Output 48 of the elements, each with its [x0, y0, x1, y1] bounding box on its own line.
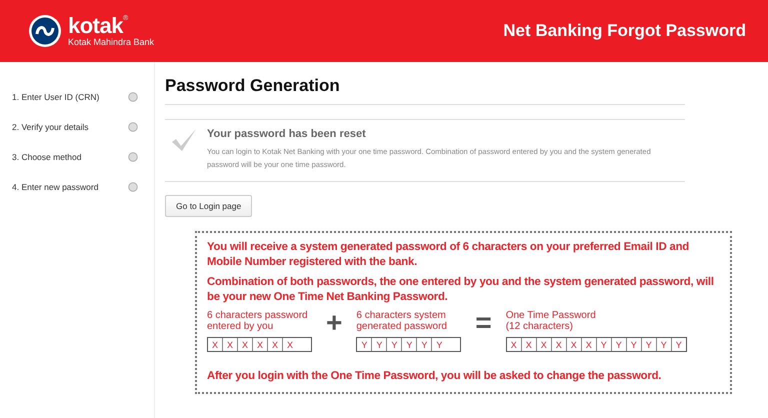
character-cell: X — [223, 338, 238, 351]
brand-tagline: Kotak Mahindra Bank — [68, 36, 154, 48]
character-cell: Y — [642, 338, 657, 351]
character-cell: X — [536, 338, 552, 351]
status-circle-icon — [128, 92, 138, 102]
character-cell: Y — [357, 338, 372, 351]
character-cell-text: Y — [674, 338, 683, 351]
character-cell: Y — [612, 338, 627, 351]
step-label: 1. Enter User ID (CRN) — [12, 92, 100, 102]
operator-sign: + — [326, 310, 342, 336]
character-cell: Y — [626, 338, 642, 351]
check-icon — [171, 128, 197, 152]
character-cell: X — [506, 338, 522, 351]
character-cell: X — [566, 338, 582, 351]
character-cell: X — [582, 338, 597, 351]
character-cell-text: X — [286, 338, 294, 351]
brand-name: kotak — [68, 14, 123, 36]
page-title: Net Banking Forgot Password — [503, 21, 746, 41]
step-label: 4. Enter new password — [12, 182, 98, 192]
character-cell: X — [238, 338, 253, 351]
character-cell: Y — [417, 338, 432, 351]
notice-title: Your password has been reset — [207, 128, 367, 140]
login-button[interactable]: Go to Login page — [165, 195, 252, 217]
logo-icon — [28, 14, 62, 48]
character-cell: Y — [596, 338, 612, 351]
character-cell: X — [552, 338, 567, 351]
character-cell: Y — [387, 338, 402, 351]
step-label: 3. Choose method — [12, 152, 82, 162]
section-heading: Password Generation — [165, 76, 685, 105]
status-circle-icon — [128, 152, 138, 162]
step-label: 2. Verify your details — [12, 122, 89, 132]
group-label: One Time Password (12 characters) — [506, 310, 597, 332]
info-text: Combination of both passwords, the one entered by you and the system generated password, will be your new One Time Net Banking Password. — [207, 275, 715, 305]
character-cell: X — [253, 338, 268, 351]
character-cell: X — [208, 338, 223, 351]
operator-sign: = — [475, 310, 492, 336]
character-cell: Y — [656, 338, 672, 351]
character-cell: X — [268, 338, 283, 351]
character-cell: Y — [372, 338, 388, 351]
character-cell: Y — [402, 338, 418, 351]
character-cell: X — [522, 338, 537, 351]
info-text: You will receive a system generated password of 6 characters on your preferred Email ID and Mobile Number registered with the bank. — [207, 240, 690, 270]
status-circle-icon — [128, 182, 138, 192]
footer-text: After you login with the One Time Password, you will be asked to change the password. — [207, 370, 662, 382]
status-circle-icon — [128, 122, 138, 132]
group-label: 6 characters system generated password — [356, 310, 448, 332]
group-label: 6 characters password entered by you — [207, 310, 309, 332]
character-cell-text: Y — [435, 338, 444, 351]
